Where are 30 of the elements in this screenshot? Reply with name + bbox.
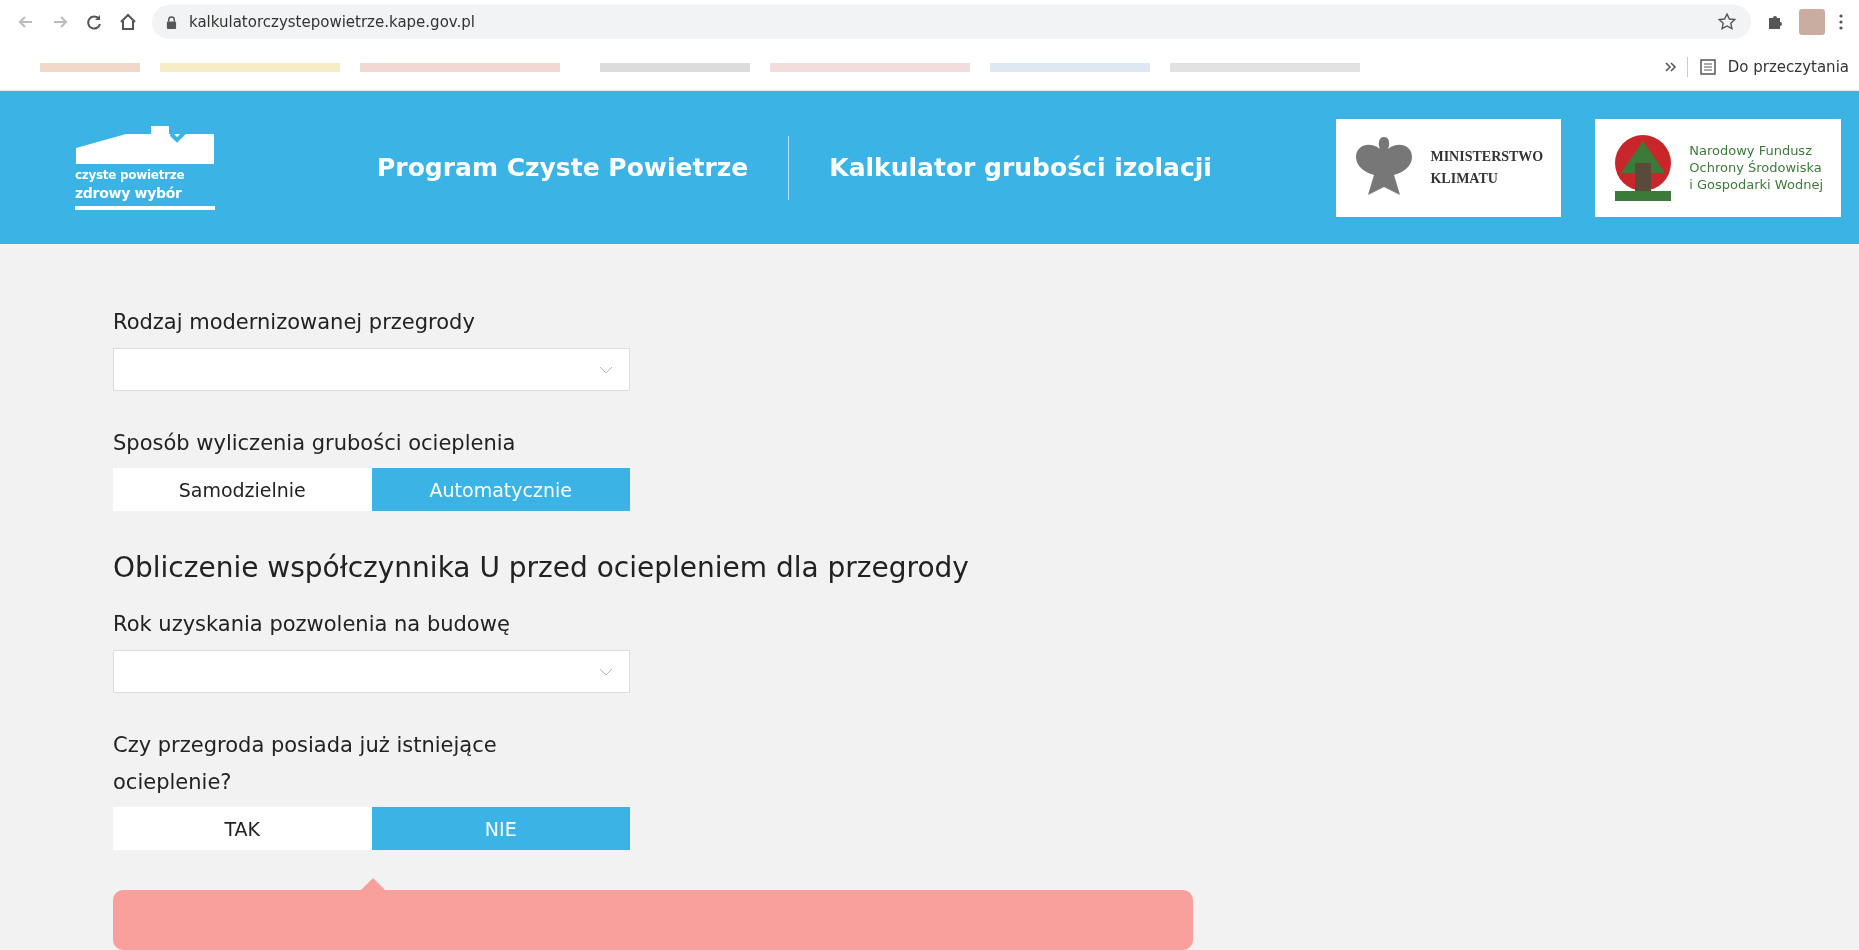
- house-icon: [75, 125, 217, 166]
- field-label: Rodzaj modernizowanej przegrody: [113, 310, 476, 334]
- chevron-icon: [599, 365, 613, 374]
- dropdown-field[interactable]: [113, 650, 630, 693]
- tree-emblem-icon: [1613, 132, 1674, 203]
- menu-icon[interactable]: [1839, 13, 1843, 31]
- reading-list-icon[interactable]: [1697, 57, 1718, 77]
- ministry-name: KLIMATU: [1430, 169, 1499, 188]
- logo-text: zdrowy wybór: [75, 183, 183, 202]
- dropdown-field[interactable]: [113, 348, 630, 391]
- lock-icon: [166, 15, 177, 29]
- toggle-option[interactable]: TAK: [113, 807, 372, 850]
- section-heading: Obliczenie współczynnika U przed ociepleniem dla przegrody: [113, 551, 970, 584]
- field-label: Sposób wyliczenia grubości ocieplenia: [113, 430, 517, 457]
- field-label: Rok uzyskania pozwolenia na budowę: [113, 612, 511, 636]
- more-bookmarks-icon[interactable]: [1664, 62, 1677, 72]
- field-label: Czy przegroda posiada już istniejące ocieplenie?: [113, 732, 498, 796]
- toggle-option[interactable]: Samodzielnie: [113, 468, 372, 511]
- fund-name: i Gospodarki Wodnej: [1689, 176, 1823, 193]
- home-icon[interactable]: [118, 12, 138, 32]
- star-icon[interactable]: [1717, 12, 1737, 32]
- partner-logo[interactable]: MINISTERSTWO KLIMATU: [1336, 118, 1562, 217]
- ministry-name: MINISTERSTWO: [1430, 147, 1544, 166]
- chevron-icon: [599, 667, 613, 676]
- logo-text: czyste powietrze: [75, 166, 186, 184]
- address-bar[interactable]: kalkulatorczystepowietrze.kape.gov.pl: [152, 5, 1751, 39]
- reading-list-link[interactable]: Do przeczytania: [1727, 58, 1849, 76]
- partner-logo[interactable]: Narodowy Fundusz Ochrony Środowiska i Gospodarki Wodnej: [1595, 118, 1841, 217]
- fund-name: Ochrony Środowiska: [1689, 159, 1823, 176]
- fund-name: Narodowy Fundusz: [1689, 142, 1813, 159]
